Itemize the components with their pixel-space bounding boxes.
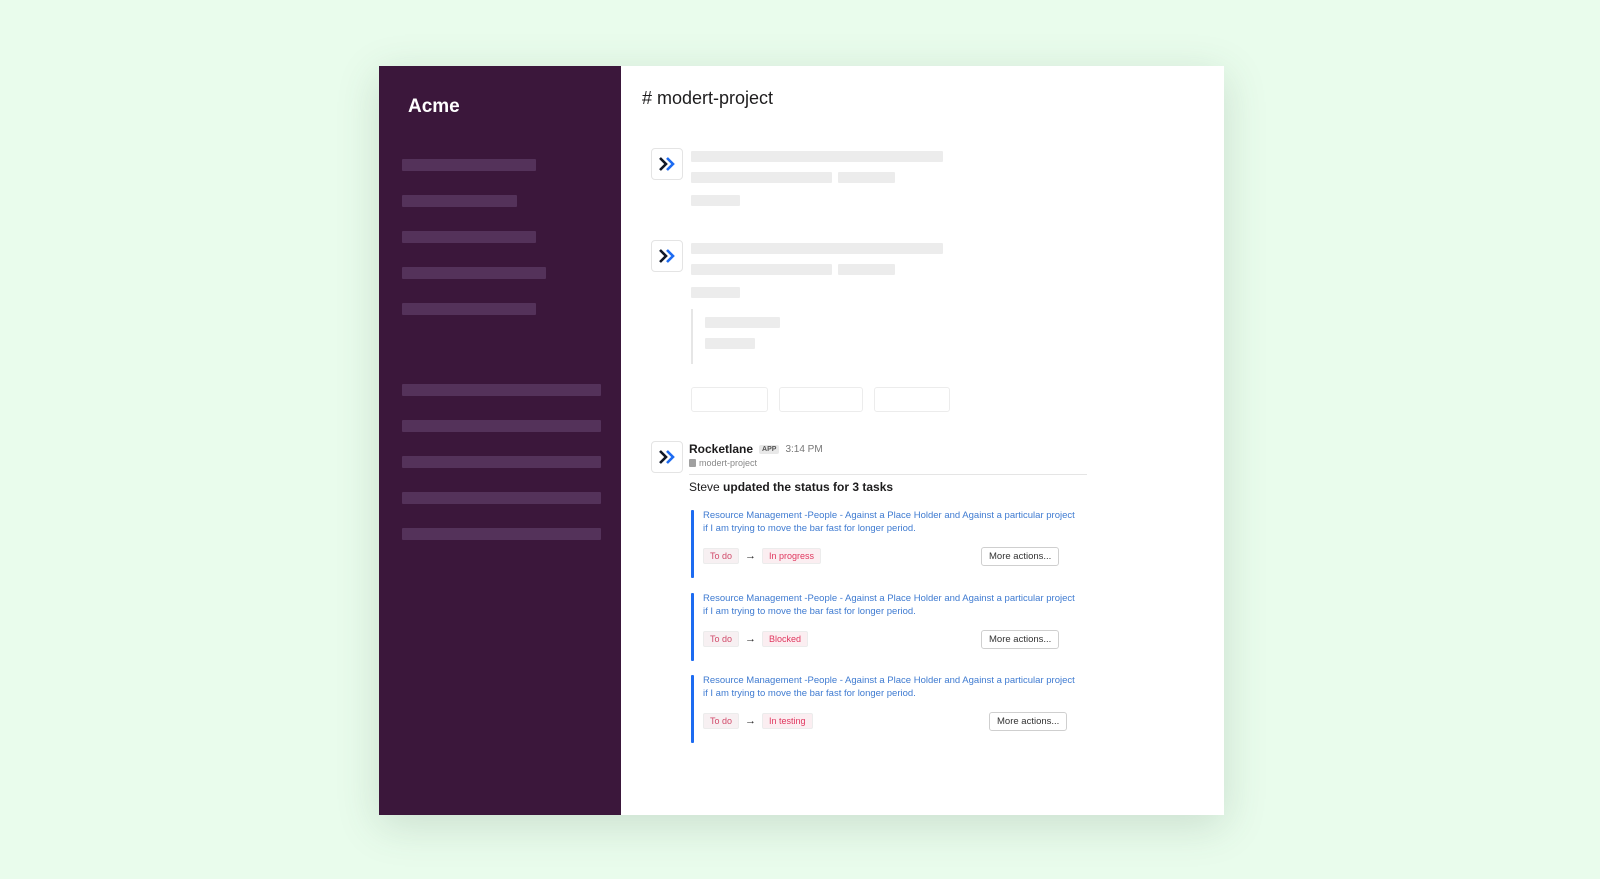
rocketlane-chevron-icon — [651, 148, 683, 180]
status-change: To do → Blocked — [703, 631, 809, 647]
message-channel-label: modert-project — [699, 458, 758, 468]
task-accent-bar — [691, 510, 694, 578]
task-card: Resource Management -People - Against a … — [691, 675, 1091, 745]
status-to-tag: In testing — [762, 713, 813, 729]
message-placeholder-line — [691, 195, 740, 206]
placeholder-button[interactable] — [779, 387, 863, 412]
arrow-right-icon: → — [745, 715, 757, 727]
bot-name[interactable]: Rocketlane — [689, 442, 753, 456]
sidebar-item-placeholder[interactable] — [402, 492, 601, 504]
status-to-tag: In progress — [762, 548, 822, 564]
more-actions-button[interactable]: More actions... — [981, 630, 1060, 649]
status-change: To do → In testing — [703, 713, 813, 729]
status-change: To do → In progress — [703, 548, 822, 564]
app-badge: APP — [759, 444, 780, 454]
message-placeholder-line — [691, 151, 943, 162]
sidebar-item-placeholder[interactable] — [402, 303, 536, 315]
message-placeholder-line — [691, 243, 943, 254]
channel-title[interactable]: # modert-project — [642, 88, 773, 109]
placeholder-button[interactable] — [874, 387, 950, 412]
task-title-link[interactable]: Resource Management -People - Against a … — [703, 593, 1078, 618]
sidebar-item-placeholder[interactable] — [402, 195, 517, 207]
task-card: Resource Management -People - Against a … — [691, 593, 1091, 663]
message-header: Rocketlane APP 3:14 PM — [689, 442, 823, 456]
message-placeholder-line — [838, 172, 895, 183]
message-channel[interactable]: modert-project — [689, 458, 757, 468]
rocketlane-chevron-icon — [651, 240, 683, 272]
status-from-tag: To do — [703, 631, 740, 647]
more-actions-button[interactable]: More actions... — [989, 712, 1068, 731]
update-text: updated the status for 3 tasks — [723, 480, 894, 494]
task-title-link[interactable]: Resource Management -People - Against a … — [703, 675, 1078, 700]
divider — [689, 474, 1087, 475]
app-window: Acme # modert-project Rocketlane APP 3:1… — [379, 66, 1224, 815]
sidebar-item-placeholder[interactable] — [402, 267, 546, 279]
arrow-right-icon: → — [745, 633, 757, 645]
message-placeholder-line — [691, 264, 832, 275]
message-time[interactable]: 3:14 PM — [785, 444, 822, 455]
message-placeholder-line — [691, 172, 832, 183]
sidebar-item-placeholder[interactable] — [402, 384, 601, 396]
task-card: Resource Management -People - Against a … — [691, 510, 1091, 580]
status-to-tag: Blocked — [762, 631, 809, 647]
sidebar-item-placeholder[interactable] — [402, 420, 601, 432]
quote-bar — [691, 309, 693, 364]
sidebar-item-placeholder[interactable] — [402, 528, 601, 540]
message-placeholder-line — [705, 317, 780, 328]
more-actions-button[interactable]: More actions... — [981, 547, 1060, 566]
channel-view: # modert-project Rocketlane APP 3:14 PM … — [621, 66, 1224, 815]
rocketlane-chevron-icon — [651, 441, 683, 473]
arrow-right-icon: → — [745, 550, 757, 562]
sidebar: Acme — [379, 66, 621, 815]
sidebar-item-placeholder[interactable] — [402, 231, 536, 243]
placeholder-button[interactable] — [691, 387, 768, 412]
task-accent-bar — [691, 593, 694, 661]
status-from-tag: To do — [703, 548, 740, 564]
document-icon — [689, 459, 696, 467]
sidebar-item-placeholder[interactable] — [402, 456, 601, 468]
workspace-name[interactable]: Acme — [408, 96, 460, 118]
message-placeholder-line — [838, 264, 895, 275]
message-placeholder-line — [705, 338, 755, 349]
task-title-link[interactable]: Resource Management -People - Against a … — [703, 510, 1078, 535]
update-actor: Steve — [689, 480, 720, 494]
sidebar-item-placeholder[interactable] — [402, 159, 536, 171]
message-placeholder-line — [691, 287, 740, 298]
status-from-tag: To do — [703, 713, 740, 729]
status-update-summary: Steve updated the status for 3 tasks — [689, 480, 893, 494]
task-accent-bar — [691, 675, 694, 743]
